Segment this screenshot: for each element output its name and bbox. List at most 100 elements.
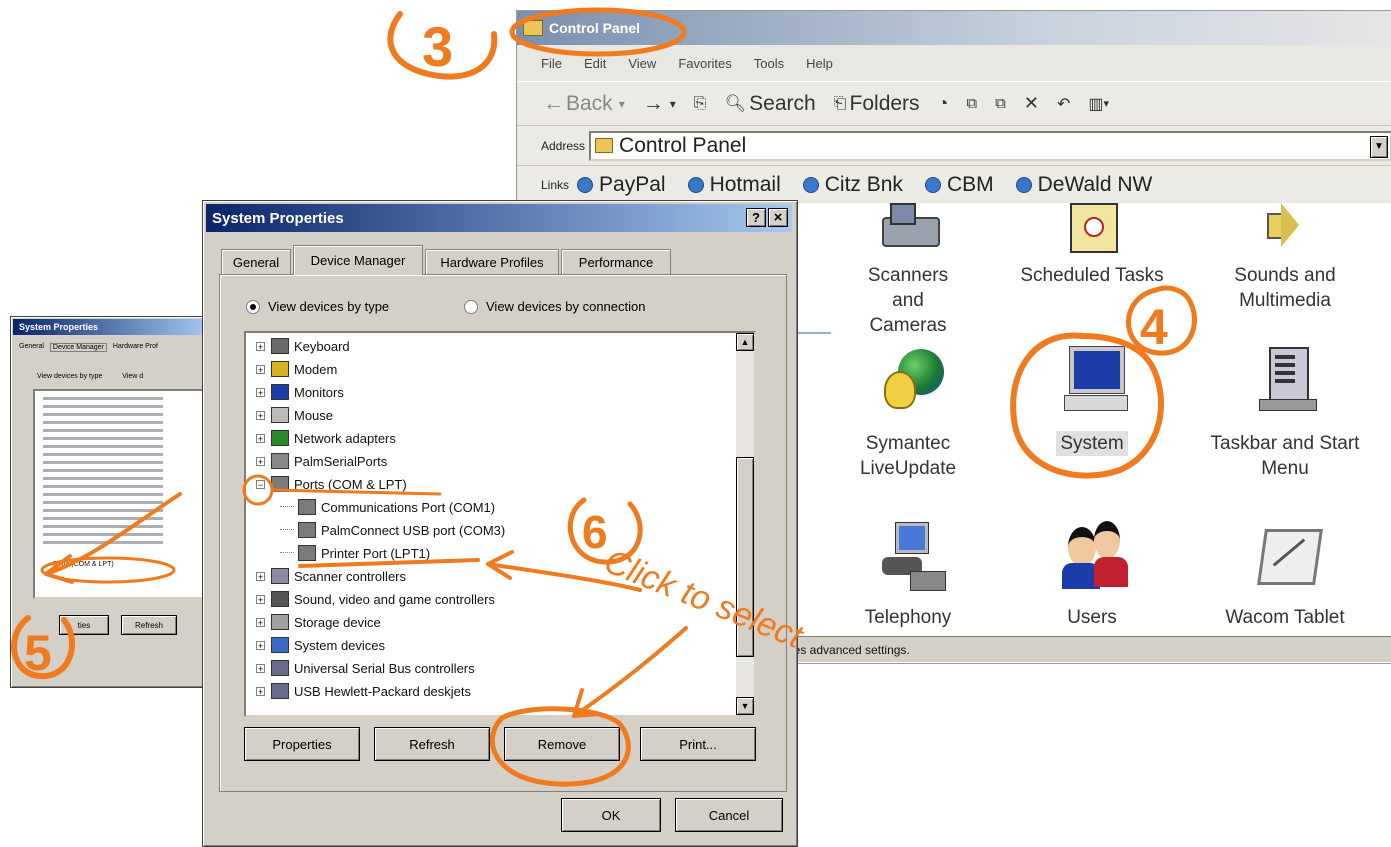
folders-icon: ⎗ [833,94,847,112]
folders-button[interactable]: ⎗ Folders [834,92,920,116]
properties-button[interactable]: Properties [244,727,360,761]
expand-icon[interactable]: + [256,456,265,466]
link-citz-bnk[interactable]: Citz Bnk [802,173,903,197]
cp-item-users[interactable]: Users [1007,521,1177,630]
device-row[interactable]: Communications Port (COM1) [280,496,495,518]
expand-icon[interactable]: + [256,364,265,374]
device-row[interactable]: + USB Hewlett-Packard deskjets [256,680,471,702]
tab-general[interactable]: General [221,249,291,275]
device-label: PalmSerialPorts [294,453,388,469]
history-icon[interactable]: ◔ [938,93,949,114]
mini-highlighted-row[interactable]: Ports (COM & LPT) [53,561,173,573]
mini-device-tree[interactable]: Ports (COM & LPT) [33,389,211,599]
expand-icon[interactable]: + [256,571,265,581]
expand-icon[interactable]: + [256,433,265,443]
help-button[interactable]: ? [746,208,766,227]
device-row[interactable]: Printer Port (LPT1) [280,542,430,564]
refresh-button[interactable]: Refresh [374,727,490,761]
device-row[interactable]: + Storage device [256,611,381,633]
cp-item-sounds[interactable]: Sounds and Multimedia [1200,203,1370,313]
tab-performance[interactable]: Performance [561,249,671,275]
link-hotmail[interactable]: Hotmail [687,173,781,197]
copy-to-icon[interactable]: ⧉ [995,95,1006,112]
ie-link-icon [802,176,819,193]
expand-icon[interactable]: + [256,341,265,351]
device-row[interactable]: PalmConnect USB port (COM3) [280,519,505,541]
close-button[interactable]: × [768,208,788,227]
device-row[interactable]: + System devices [256,634,385,656]
scroll-thumb[interactable] [736,457,754,657]
tab-hardware-profiles[interactable]: Hardware Profiles [425,249,559,275]
link-paypal[interactable]: PayPal [577,173,666,197]
cp-item-label: Users [1067,607,1117,628]
cp-item-taskbar[interactable]: Taskbar and Start Menu [1200,343,1370,481]
control-panel-titlebar[interactable]: Control Panel [517,11,1391,45]
palm-icon [271,453,289,469]
expand-icon[interactable]: + [256,617,265,627]
menu-help[interactable]: Help [806,56,833,71]
delete-icon[interactable]: ✕ [1024,93,1039,114]
ok-button[interactable]: OK [561,798,661,832]
expand-icon[interactable]: + [256,686,265,696]
device-row[interactable]: + Mouse [256,404,333,426]
mini-tab-general[interactable]: General [19,343,44,352]
menu-edit[interactable]: Edit [584,56,606,71]
cp-item-scanners[interactable]: Scanners and Cameras [823,203,993,338]
forward-button[interactable]: → ▾ [643,92,676,116]
device-row[interactable]: + Sound, video and game controllers [256,588,495,610]
print-button[interactable]: Print... [640,727,756,761]
link-cbm[interactable]: CBM [924,173,994,197]
mini-radio-by-connection[interactable]: View d [122,373,143,380]
back-button[interactable]: ← Back ▾ [543,92,625,116]
cp-item-telephony[interactable]: Telephony [823,521,993,630]
device-row[interactable]: + Network adapters [256,427,396,449]
device-tree[interactable]: + Keyboard + Modem + Monitors + Mouse + Network a… [244,331,756,717]
mini-tab-device-manager[interactable]: Device Manager [49,343,107,352]
menu-view[interactable]: View [628,56,656,71]
cp-item-scheduled-tasks[interactable]: Scheduled Tasks [1007,203,1177,288]
cp-item-wacom[interactable]: Wacom Tablet [1200,521,1370,630]
system-properties-titlebar[interactable]: System Properties ? × [206,204,792,232]
device-row[interactable]: + Universal Serial Bus controllers [256,657,475,679]
scroll-up-button[interactable]: ▲ [736,333,754,351]
mini-titlebar[interactable]: System Properties [13,319,209,335]
views-icon[interactable]: ▥ ▾ [1088,94,1109,114]
device-row[interactable]: − Ports (COM & LPT) [256,473,407,495]
address-field[interactable]: Control Panel ▼ [589,130,1391,161]
expand-icon[interactable]: + [256,594,265,604]
scroll-down-button[interactable]: ▼ [736,697,754,715]
device-row[interactable]: + PalmSerialPorts [256,450,387,472]
mini-refresh-button[interactable]: Refresh [121,615,177,635]
move-to-icon[interactable]: ⧉ [966,95,977,112]
expand-icon[interactable]: + [256,410,265,420]
up-folder-icon[interactable]: ⎘ [694,95,707,113]
mini-radio-by-type[interactable]: View devices by type [37,373,102,380]
globe-icon [876,343,944,423]
device-row[interactable]: + Keyboard [256,335,350,357]
search-button[interactable]: 🔍︎ Search [725,92,816,116]
menu-file[interactable]: File [541,56,562,71]
expand-icon[interactable]: + [256,640,265,650]
mini-tab-hardware-profiles[interactable]: Hardware Prof [113,343,158,352]
radio-by-connection[interactable]: View devices by connection [464,299,645,314]
link-dewald-nw[interactable]: DeWald NW [1015,173,1152,197]
mini-properties-button[interactable]: ties [59,615,109,635]
cp-item-symantec[interactable]: Symantec LiveUpdate [823,343,993,481]
expand-icon[interactable]: + [256,387,265,397]
cancel-button[interactable]: Cancel [675,798,783,832]
device-row[interactable]: + Modem [256,358,337,380]
menu-favorites[interactable]: Favorites [678,56,731,71]
expand-icon[interactable]: + [256,663,265,673]
device-row[interactable]: + Monitors [256,381,344,403]
remove-button[interactable]: Remove [504,727,620,761]
tab-device-manager[interactable]: Device Manager [293,245,423,275]
radio-by-type[interactable]: View devices by type [246,299,389,314]
cp-item-system[interactable]: System [1007,343,1177,456]
collapse-icon[interactable]: − [256,479,265,489]
cp-item-label: Wacom Tablet [1225,607,1345,628]
menu-tools[interactable]: Tools [754,56,784,71]
address-dropdown-button[interactable]: ▼ [1370,135,1388,158]
tree-scrollbar[interactable]: ▲ ▼ [736,333,754,715]
undo-icon[interactable]: ↶ [1057,94,1070,114]
device-row[interactable]: + Scanner controllers [256,565,406,587]
